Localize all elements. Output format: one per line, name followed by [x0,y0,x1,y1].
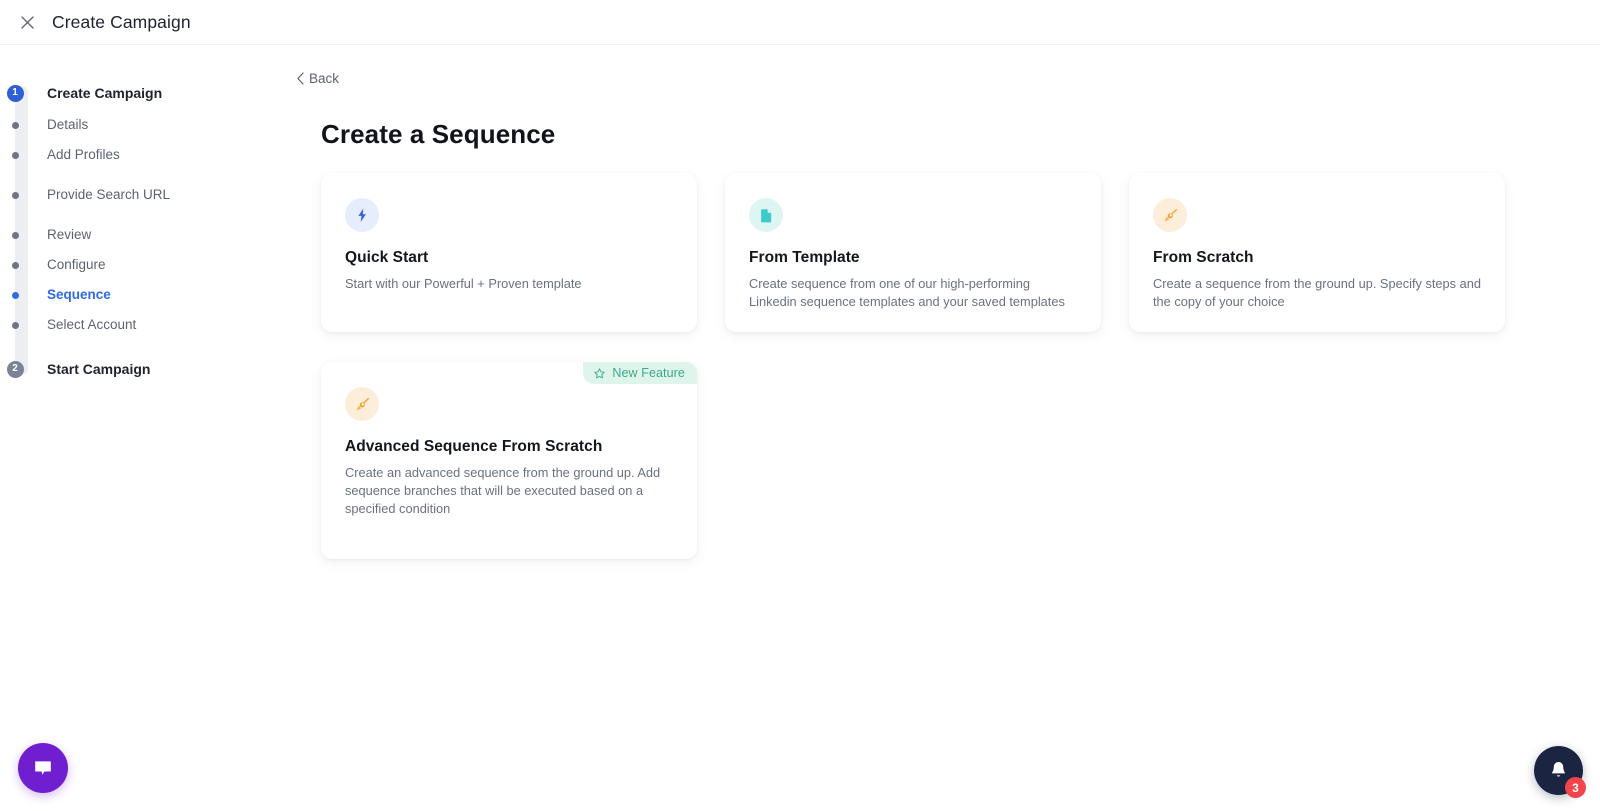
card-quick-start[interactable]: Quick Start Start with our Powerful + Pr… [321,173,697,333]
star-outline-icon [593,367,606,380]
card-title: Advanced Sequence From Scratch [345,438,603,456]
step-marker [0,151,30,159]
new-feature-badge: New Feature [583,362,697,385]
card-from-template[interactable]: From Template Create sequence from one o… [725,173,1101,333]
step-marker [0,121,30,129]
card-title: From Template [749,249,860,266]
sidebar-item-configure[interactable]: Configure [0,250,280,280]
card-description: Create sequence from one of our high-per… [749,276,1065,309]
card-from-scratch[interactable]: From Scratch Create a sequence from the … [1129,173,1505,333]
lightning-bolt-icon [345,198,379,232]
sidebar-item-label: Add Profiles [47,147,120,163]
app-header: Create Campaign [0,0,1600,45]
page-title: Create a Sequence [321,119,556,149]
sidebar-item-label: Details [47,117,89,133]
sidebar-item-label: Review [47,227,92,243]
stepper-list: 1 Create Campaign Details Add Profiles P… [0,78,280,384]
card-advanced-sequence-from-scratch[interactable]: New Feature Advanced Sequence From Scrat… [321,362,697,560]
step-dot-icon [11,231,19,239]
step-marker [0,191,30,199]
step-marker [0,231,30,239]
sidebar-item-add-profiles[interactable]: Add Profiles [0,140,280,170]
step-marker [0,321,30,329]
step-number-badge: 2 [6,360,24,378]
step-marker [0,291,30,299]
sidebar-item-provide-search-url[interactable]: Provide Search URL [0,170,280,220]
card-title: Quick Start [345,249,429,266]
new-feature-badge-label: New Feature [612,366,685,381]
notification-count-badge: 3 [1565,777,1586,798]
bell-icon [1547,759,1570,782]
sidebar-item-sequence[interactable]: Sequence [0,280,280,310]
back-button[interactable]: Back [292,69,343,88]
create-campaign-page: Create Campaign 1 Create Campaign Detail… [0,0,1600,811]
card-description: Create an advanced sequence from the gro… [345,465,661,516]
step-dot-icon [11,261,19,269]
chevron-left-icon [296,72,305,85]
step-dot-icon [11,191,19,199]
step-marker: 1 [0,84,30,102]
step-dot-icon [11,291,19,299]
card-title: From Scratch [1153,249,1254,266]
sidebar-item-label: Configure [47,257,106,273]
step-dot-icon [11,151,19,159]
sidebar-item-label: Provide Search URL [47,187,171,203]
sidebar-item-select-account[interactable]: Select Account [0,310,280,340]
step-dot-icon [11,321,19,329]
pen-nib-icon [1153,198,1187,232]
sidebar-item-review[interactable]: Review [0,220,280,250]
page-body: 1 Create Campaign Details Add Profiles P… [0,45,1600,811]
chat-widget-button[interactable] [18,743,68,793]
page-header-title: Create Campaign [52,11,191,32]
sidebar-item-details[interactable]: Details [0,110,280,140]
card-description: Start with our Powerful + Proven templat… [345,276,582,291]
document-icon [749,198,783,232]
step-dot-icon [11,121,19,129]
step-marker: 2 [0,360,30,378]
chat-bubble-icon [31,756,55,780]
close-icon[interactable] [12,7,42,37]
notifications-button[interactable]: 3 [1534,746,1586,798]
back-button-label: Back [309,71,340,86]
sidebar-item-label: Sequence [47,287,111,303]
sidebar-item-label: Select Account [47,317,137,333]
sidebar-stepper: 1 Create Campaign Details Add Profiles P… [0,45,280,811]
sidebar-item-label: Create Campaign [47,84,163,101]
main-content: Back Create a Sequence Quick Start Start… [280,45,1600,811]
pen-nib-icon [345,387,379,422]
sidebar-item-start-campaign[interactable]: 2 Start Campaign [0,354,280,384]
sidebar-item-create-campaign[interactable]: 1 Create Campaign [0,78,280,108]
step-number-badge: 1 [6,84,24,102]
card-description: Create a sequence from the ground up. Sp… [1153,276,1481,309]
step-marker [0,261,30,269]
sidebar-item-label: Start Campaign [47,360,151,377]
sequence-option-cards: Quick Start Start with our Powerful + Pr… [321,173,1600,560]
